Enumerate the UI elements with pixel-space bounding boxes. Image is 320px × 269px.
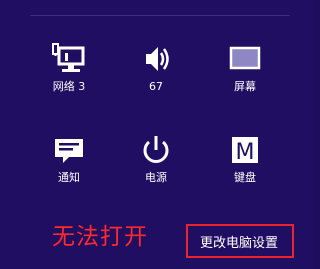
network-label: 网络 3 [52, 80, 86, 93]
screen-brightness-icon [225, 42, 265, 76]
power-icon [136, 133, 176, 167]
notifications-label: 通知 [58, 171, 80, 184]
settings-charm-panel: 网络 3 67 屏幕 通知 电源 M 键盘 无法打开 更改电脑设置 [0, 0, 313, 269]
network-tile[interactable]: 网络 3 [34, 42, 104, 112]
screen-tile[interactable]: 屏幕 [210, 42, 280, 112]
keyboard-tile[interactable]: M 键盘 [210, 133, 280, 203]
notifications-icon [49, 133, 89, 167]
keyboard-label: 键盘 [234, 171, 256, 184]
screen-label: 屏幕 [234, 80, 256, 93]
network-icon [49, 42, 89, 76]
change-pc-settings-link[interactable]: 更改电脑设置 [186, 224, 294, 258]
volume-tile[interactable]: 67 [121, 42, 191, 112]
cannot-open-annotation: 无法打开 [52, 224, 148, 250]
speaker-icon [136, 42, 176, 76]
power-label: 电源 [145, 171, 167, 184]
keyboard-icon: M [225, 133, 265, 167]
volume-label: 67 [149, 80, 163, 93]
notifications-tile[interactable]: 通知 [34, 133, 104, 203]
divider [30, 15, 290, 16]
keyboard-glyph: M [236, 140, 255, 165]
power-tile[interactable]: 电源 [121, 133, 191, 203]
